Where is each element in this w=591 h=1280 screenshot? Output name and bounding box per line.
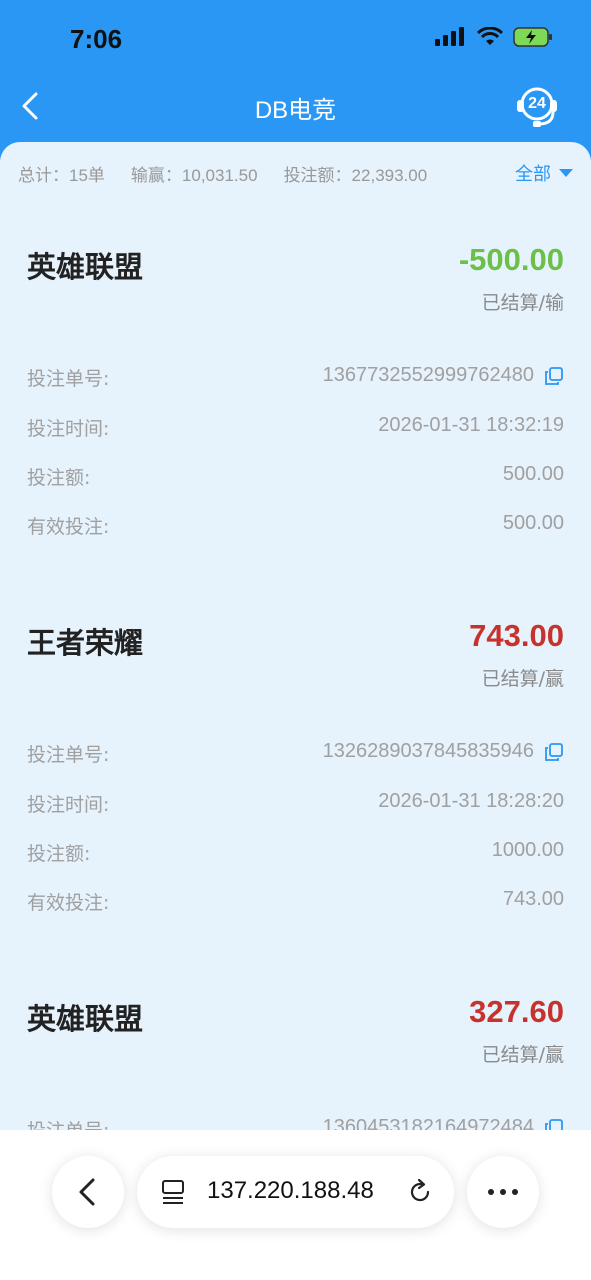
more-options-button[interactable]	[467, 1156, 539, 1228]
record-row-amount: 投注额: 1000.00	[27, 839, 564, 867]
address-bar[interactable]: 137.220.188.48	[137, 1156, 454, 1228]
bet-records-panel: 总计：15单 输赢：10,031.50 投注额：22,393.00 全部 英雄联…	[0, 142, 591, 1280]
summary-bet-amount: 投注额：22,393.00	[283, 165, 428, 185]
record-status: 已结算/输	[481, 292, 564, 314]
order-no-label: 投注单号:	[27, 368, 110, 390]
record-game: 英雄联盟	[27, 1002, 144, 1036]
record-game: 王者荣耀	[27, 626, 144, 660]
bet-time-label: 投注时间:	[27, 794, 110, 816]
copy-icon[interactable]	[544, 742, 564, 762]
record-row-amount: 投注额: 500.00	[27, 463, 564, 491]
more-dots-icon	[488, 1189, 518, 1195]
battery-icon	[513, 27, 552, 47]
bet-time-value: 2026-01-31 18:28:20	[378, 790, 564, 812]
valid-bet-value: 500.00	[502, 512, 564, 534]
order-no-label: 投注单号:	[27, 744, 110, 766]
record-row-time: 投注时间: 2026-01-31 18:32:19	[27, 414, 564, 442]
order-no-value: 1326289037845835946	[322, 740, 534, 762]
record-status: 已结算/赢	[481, 668, 564, 690]
status-icons	[435, 26, 553, 48]
bet-record: 王者荣耀 743.00 已结算/赢 投注单号: 1326289037845835…	[27, 618, 564, 920]
summary-win-loss: 输赢：10,031.50	[130, 165, 258, 185]
bet-amount-value: 500.00	[502, 463, 564, 485]
record-amount: 327.60	[469, 994, 564, 1029]
bet-amount-label: 投注额:	[27, 467, 91, 489]
valid-bet-label: 有效投注:	[27, 516, 110, 538]
record-row-order: 投注单号: 1367732552999762480	[27, 364, 564, 392]
summary-bar: 总计：15单 输赢：10,031.50 投注额：22,393.00	[18, 162, 578, 185]
filter-dropdown[interactable]: 全部	[515, 160, 573, 186]
valid-bet-label: 有效投注:	[27, 892, 110, 914]
order-no-value: 1367732552999762480	[322, 364, 534, 386]
chevron-down-icon	[559, 169, 573, 177]
bet-time-label: 投注时间:	[27, 418, 110, 440]
page-menu-icon[interactable]	[159, 1177, 189, 1207]
wifi-icon	[477, 27, 503, 45]
url-text: 137.220.188.48	[207, 1177, 374, 1204]
bet-record: 英雄联盟 -500.00 已结算/输 投注单号: 136773255299976…	[27, 242, 564, 544]
page-title: DB电竞	[254, 97, 337, 124]
copy-icon[interactable]	[544, 366, 564, 386]
record-game: 英雄联盟	[27, 250, 144, 284]
summary-total: 总计：15单	[18, 165, 105, 185]
bet-time-value: 2026-01-31 18:32:19	[378, 414, 564, 436]
nav-bar: DB电竞 24	[0, 80, 591, 132]
support-badge: 24	[528, 95, 546, 112]
record-amount: 743.00	[469, 618, 564, 653]
bet-amount-label: 投注额:	[27, 843, 91, 865]
record-row-time: 投注时间: 2026-01-31 18:28:20	[27, 790, 564, 818]
status-time: 7:06	[70, 24, 123, 54]
top-bar: 7:06 DB电竞 24	[0, 0, 591, 160]
bet-record: 英雄联盟 327.60 已结算/赢 投注单号: 1360453182164972…	[27, 994, 564, 1142]
filter-label: 全部	[515, 164, 551, 184]
record-row-order: 投注单号: 1326289037845835946	[27, 740, 564, 768]
reload-icon[interactable]	[405, 1177, 435, 1207]
browser-back-button[interactable]	[52, 1156, 124, 1228]
bet-amount-value: 1000.00	[491, 839, 564, 861]
valid-bet-value: 743.00	[502, 888, 564, 910]
browser-toolbar: 137.220.188.48	[0, 1130, 591, 1280]
record-row-valid: 有效投注: 743.00	[27, 888, 564, 916]
customer-support-button[interactable]: 24	[513, 84, 561, 130]
status-bar: 7:06	[0, 18, 591, 62]
signal-icon	[435, 27, 464, 46]
record-status: 已结算/赢	[481, 1044, 564, 1066]
record-amount: -500.00	[458, 242, 564, 277]
record-row-valid: 有效投注: 500.00	[27, 512, 564, 540]
chevron-left-icon	[79, 1178, 95, 1206]
